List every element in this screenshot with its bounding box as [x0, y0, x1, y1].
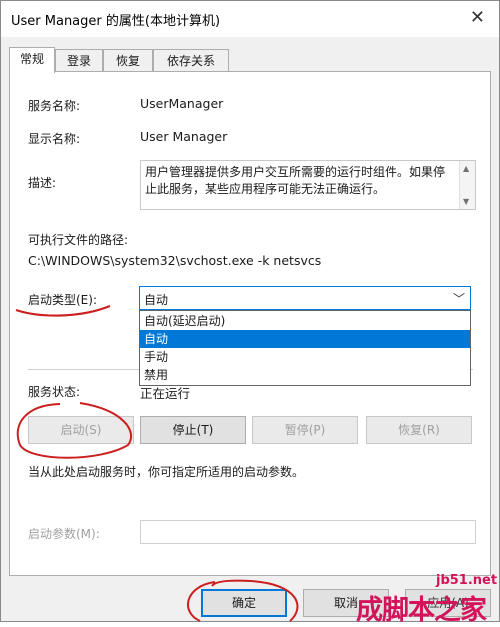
start-button[interactable]: 启动(S)	[28, 416, 134, 444]
tab-dependencies[interactable]: 依存关系	[153, 49, 229, 71]
window-title: User Manager 的属性(本地计算机)	[11, 14, 221, 29]
start-params-input[interactable]	[140, 520, 476, 544]
tab-label: 常规	[19, 52, 44, 66]
scroll-up-icon[interactable]: ▲	[463, 164, 469, 173]
display-name-label: 显示名称:	[28, 132, 81, 146]
tab-label: 登录	[66, 54, 91, 68]
startup-option-manual[interactable]: 手动	[140, 348, 470, 366]
scroll-down-icon[interactable]: ▼	[463, 197, 469, 206]
startup-type-select[interactable]: 自动 ﹀	[139, 286, 471, 310]
close-icon[interactable]: ✕	[470, 7, 485, 28]
title-bar: User Manager 的属性(本地计算机) ✕	[1, 1, 499, 37]
watermark-site: jb51.net	[436, 573, 498, 588]
start-params-hint: 当从此处启动服务时，你可指定所适用的启动参数。	[28, 465, 305, 479]
general-panel: 服务名称: UserManager 显示名称: User Manager 描述:…	[9, 71, 491, 576]
tab-logon[interactable]: 登录	[55, 49, 103, 71]
watermark-brand: 成脚本之家	[356, 595, 487, 626]
ok-button[interactable]: 确定	[201, 589, 287, 617]
service-status-label: 服务状态:	[28, 385, 81, 399]
stop-button[interactable]: 停止(T)	[140, 416, 246, 444]
exe-path-value: C:\WINDOWS\system32\svchost.exe -k netsv…	[28, 253, 322, 268]
exe-path-label: 可执行文件的路径:	[28, 233, 129, 247]
startup-option-disabled[interactable]: 禁用	[140, 366, 470, 384]
startup-option-delayed-auto[interactable]: 自动(延迟启动)	[140, 312, 470, 330]
tab-label: 依存关系	[166, 54, 215, 68]
chevron-down-icon[interactable]: ﹀	[453, 290, 465, 307]
service-properties-dialog: User Manager 的属性(本地计算机) ✕ 常规 登录 恢复 依存关系 …	[0, 0, 500, 622]
service-name-value: UserManager	[140, 96, 224, 111]
description-text: 用户管理器提供多用户交互所需要的运行时组件。如果停止此服务，某些应用程序可能无法…	[145, 165, 446, 196]
startup-option-auto[interactable]: 自动	[140, 330, 470, 348]
startup-type-current: 自动	[144, 293, 169, 307]
service-name-label: 服务名称:	[28, 99, 81, 113]
startup-type-label: 启动类型(E):	[28, 293, 97, 307]
tab-general[interactable]: 常规	[9, 47, 55, 73]
description-box[interactable]: 用户管理器提供多用户交互所需要的运行时组件。如果停止此服务，某些应用程序可能无法…	[140, 160, 476, 210]
start-params-label: 启动参数(M):	[28, 527, 100, 541]
resume-button[interactable]: 恢复(R)	[366, 416, 472, 444]
display-name-value: User Manager	[140, 129, 228, 144]
startup-type-dropdown: 自动(延迟启动) 自动 手动 禁用	[139, 310, 471, 386]
description-scrollbar[interactable]: ▲ ▼	[459, 161, 475, 209]
tab-recovery[interactable]: 恢复	[103, 49, 153, 71]
description-label: 描述:	[28, 176, 57, 190]
pause-button[interactable]: 暂停(P)	[252, 416, 358, 444]
tab-label: 恢复	[115, 54, 140, 68]
